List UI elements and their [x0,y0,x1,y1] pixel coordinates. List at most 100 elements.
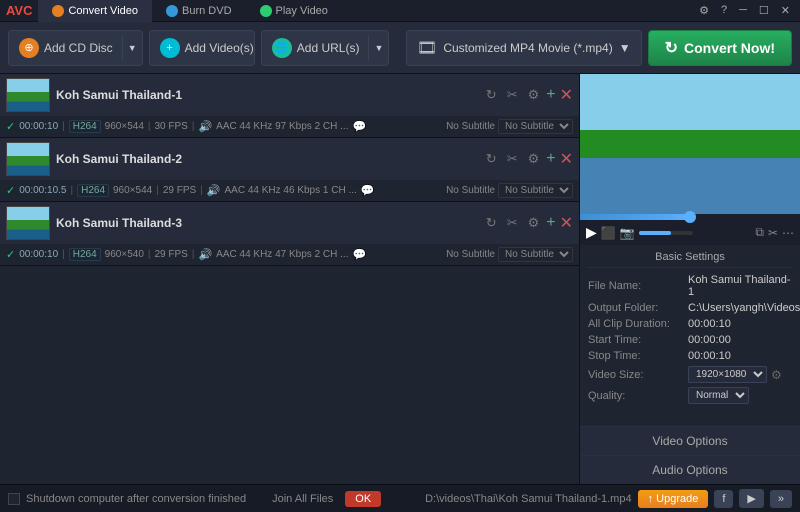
app-logo: AVC [6,3,32,18]
toolbar: ⊕ Add CD Disc ▼ + Add Video(s) 🌐 Add URL… [0,22,800,74]
screenshot-icon[interactable]: 📷 [620,226,635,240]
shutdown-label: Shutdown computer after conversion finis… [26,493,246,505]
cut-icon-3[interactable]: ✂ [504,214,521,232]
sync-icon-2[interactable]: ↻ [483,150,500,168]
tab-play-video[interactable]: Play Video [246,0,342,22]
cut-icon-1[interactable]: ✂ [504,86,521,104]
upgrade-button[interactable]: ↑ Upgrade [638,490,709,508]
add-videos-label: Add Video(s) [185,41,254,55]
upgrade-label: ↑ Upgrade [648,493,699,505]
add-icon-1[interactable]: + [546,86,555,104]
all-clip-duration-value: 00:00:10 [688,318,792,330]
progress-knob[interactable] [684,211,696,223]
cut-icon-2[interactable]: ✂ [504,150,521,168]
more-icon[interactable]: ⋯ [782,226,794,240]
subtitle-area-2: No Subtitle No Subtitle [446,183,573,198]
codec-3: H264 [69,248,101,261]
video-item-details-1: ✓ 00:00:10 | H264 960×544 | 30 FPS | 🔊 A… [0,116,579,137]
cut-icon[interactable]: ✂ [768,226,778,240]
stop-time-value: 00:00:10 [688,350,792,362]
sync-icon-1[interactable]: ↻ [483,86,500,104]
copy-icon[interactable]: ⧉ [755,225,764,240]
settings-icon-2[interactable]: ⚙ [525,150,543,168]
minimize-icon[interactable]: ─ [735,4,751,17]
title-bar: AVC Convert Video Burn DVD Play Video ⚙ … [0,0,800,22]
play-tab-icon [260,5,272,17]
subtitle-select-1[interactable]: No Subtitle [498,119,573,134]
add-url-arrow[interactable]: ▼ [368,36,388,60]
settings-icon[interactable]: ⚙ [695,4,713,17]
ok-button[interactable]: OK [345,491,381,507]
close-icon[interactable]: ✕ [777,4,794,17]
tab-burn-dvd[interactable]: Burn DVD [152,0,246,22]
format-arrow[interactable]: ▼ [619,41,631,55]
output-folder-label: Output Folder: [588,302,688,314]
maximize-icon[interactable]: ☐ [755,4,773,17]
fps-1: 30 FPS [155,121,188,132]
audio-options-button[interactable]: Audio Options [580,455,800,484]
setting-filename: File Name: Koh Samui Thailand-1 [588,274,792,298]
video-actions-3: ↻ ✂ ⚙ + ✕ [483,213,573,233]
add-url-button[interactable]: 🌐 Add URL(s) ▼ [261,30,390,66]
resolution-2: 960×544 [113,185,152,196]
help-icon[interactable]: ? [717,4,731,17]
join-all-files-button[interactable]: Join All Files [272,493,333,505]
filmstrip-icon: 🎞 [417,38,437,58]
add-cd-disc-button[interactable]: ⊕ Add CD Disc ▼ [8,30,143,66]
video-size-gear-icon[interactable]: ⚙ [771,368,782,382]
more-social-button[interactable]: » [770,490,792,508]
start-time-value: 00:00:00 [688,334,792,346]
settings-icon-3[interactable]: ⚙ [525,214,543,232]
all-clip-duration-label: All Clip Duration: [588,318,688,330]
speaker-icon-1: 🔊 [198,120,212,133]
video-size-select[interactable]: 1920×1080 [688,366,767,383]
file-path: D:\videos\Thai\Koh Samui Thailand-1.mp4 [425,493,631,505]
speaker-icon-2: 🔊 [207,184,221,197]
codec-2: H264 [77,184,109,197]
convert-now-button[interactable]: ↻ Convert Now! [648,30,792,66]
video-item-header-3: Koh Samui Thailand-3 ↻ ✂ ⚙ + ✕ [0,202,579,244]
play-button[interactable]: ▶ [586,224,597,241]
volume-fill [639,231,672,235]
tab-convert-video[interactable]: Convert Video [38,0,152,22]
add-cd-arrow[interactable]: ▼ [122,36,142,60]
main-content: Koh Samui Thailand-1 ↻ ✂ ⚙ + ✕ ✓ 00:00:1… [0,74,800,484]
status-bar: Shutdown computer after conversion finis… [0,484,800,512]
add-icon-2[interactable]: + [546,150,555,168]
video-item-header-2: Koh Samui Thailand-2 ↻ ✂ ⚙ + ✕ [0,138,579,180]
video-thumb-1 [6,78,50,112]
burn-tab-label: Burn DVD [182,5,232,17]
preview-image [580,74,800,214]
progress-bar-area[interactable] [580,214,800,220]
fps-2: 29 FPS [163,185,196,196]
subtitle-select-3[interactable]: No Subtitle [498,247,573,262]
convert-tab-label: Convert Video [68,5,138,17]
twitter-button[interactable]: ▶ [739,489,763,508]
settings-icon-1[interactable]: ⚙ [525,86,543,104]
add-icon-3[interactable]: + [546,214,555,232]
video-actions-1: ↻ ✂ ⚙ + ✕ [483,85,573,105]
volume-slider[interactable] [639,231,693,235]
facebook-button[interactable]: f [714,490,733,508]
setting-start-time: Start Time: 00:00:00 [588,334,792,346]
format-selector[interactable]: 🎞 Customized MP4 Movie (*.mp4) ▼ [406,30,642,66]
sync-icon-3[interactable]: ↻ [483,214,500,232]
shutdown-checkbox[interactable] [8,493,20,505]
status-right: D:\videos\Thai\Koh Samui Thailand-1.mp4 … [425,489,792,508]
stop-button[interactable]: ⬛ [601,226,616,240]
subtitle-select-2[interactable]: No Subtitle [498,183,573,198]
add-videos-button[interactable]: + Add Video(s) [149,30,255,66]
codec-1: H264 [69,120,101,133]
refresh-icon: ↻ [665,38,678,58]
remove-icon-1[interactable]: ✕ [560,85,573,105]
quality-select[interactable]: Normal [688,387,749,404]
add-videos-icon: + [160,38,180,58]
remove-icon-2[interactable]: ✕ [560,149,573,169]
subtitle-3: No Subtitle [446,249,495,260]
check-icon-3: ✓ [6,248,15,261]
remove-icon-3[interactable]: ✕ [560,213,573,233]
video-options-button[interactable]: Video Options [580,426,800,455]
settings-title: Basic Settings [588,251,792,268]
video-item-details-2: ✓ 00:00:10.5 | H264 960×544 | 29 FPS | 🔊… [0,180,579,201]
output-folder-value: C:\Users\yangh\Videos\... [688,302,800,314]
